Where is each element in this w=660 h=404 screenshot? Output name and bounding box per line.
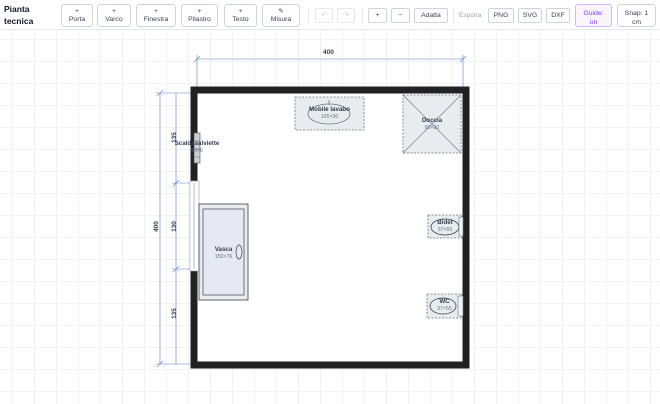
measure-button[interactable]: ✎ Misura [262,4,300,27]
add-window-button[interactable]: + Finestra [136,4,176,27]
fit-button[interactable]: Adatta [414,8,448,23]
fixture-name: WC [439,298,450,305]
plus-icon: + [75,8,79,15]
divider [362,8,363,23]
fixture-size: 37×55 [437,227,453,233]
redo-icon: ↷ [343,12,349,19]
fixture-size: 150×76 [214,254,233,260]
add-text-button[interactable]: + Testo [224,4,257,27]
snap-setting[interactable]: Snap: 1 cm [617,4,656,27]
plus-icon: + [197,8,202,15]
add-text-label: Testo [232,16,249,23]
fixture-name: Scaldasalviette [174,140,220,147]
fixture-name: Doccia [421,117,443,124]
zoom-in-button[interactable]: + [368,8,387,23]
fixture-name: Mobile lavabo [309,106,350,113]
add-opening-label: Varco [105,16,123,23]
divider [308,8,309,23]
segment-dimension-label: 130 [170,221,178,232]
export-label: Esporta [459,12,482,19]
undo-icon: ↶ [321,12,327,19]
window [189,180,200,272]
add-door-label: Porta [68,16,86,23]
export-svg-button[interactable]: SVG [518,8,542,23]
divider [453,8,454,23]
left-total-dimension-label: 400 [152,221,160,232]
add-opening-button[interactable]: + Varco [97,4,131,27]
fixture-size: 37×55 [437,306,452,312]
vanity-cabinet-item[interactable]: Mobile lavabo 105×50 [295,97,364,130]
add-window-label: Finestra [143,16,169,23]
undo-button[interactable]: ↶ [315,8,333,23]
toolbar: Pianta tecnica + Porta + Varco + Finestr… [0,0,660,30]
add-pillar-label: Pilastro [188,16,211,23]
fixture-size: 50×6 [191,148,203,154]
shower-item[interactable]: Doccia 80×80 [403,95,461,153]
add-pillar-button[interactable]: + Pilastro [181,4,218,27]
bidet-item[interactable]: Bidet 37×55 [428,215,462,238]
export-dxf-button[interactable]: DXF [546,8,570,23]
plus-icon: + [154,8,158,15]
guides-toggle[interactable]: Guide: on [575,4,612,27]
redo-button[interactable]: ↷ [337,8,355,23]
fixture-size: 105×50 [320,114,339,120]
towel-warmer-item[interactable]: Scaldasalviette 50×6 [172,137,222,157]
measure-label: Misura [270,16,292,23]
add-door-button[interactable]: + Porta [61,4,93,27]
floor-plan [156,55,470,369]
bathtub-item[interactable]: Vasca 150×76 [199,204,248,300]
app-title: Pianta tecnica [4,4,34,26]
export-png-button[interactable]: PNG [488,8,514,23]
plus-icon: + [112,8,116,15]
fixture-name: Bidet [437,219,453,226]
segment-dimension-label: 135 [170,308,178,319]
fixture-size: 80×80 [424,125,440,131]
top-dimension-label: 400 [323,49,334,56]
pencil-icon: ✎ [278,8,284,15]
wc-item[interactable]: WC 37×55 [427,294,462,318]
plus-icon: + [238,8,243,15]
fixture-name: Vasca [214,246,233,253]
drawing-canvas[interactable]: 400 400 135 130 135 Mobile lavabo 105×50… [0,31,660,404]
zoom-out-button[interactable]: − [391,8,410,23]
